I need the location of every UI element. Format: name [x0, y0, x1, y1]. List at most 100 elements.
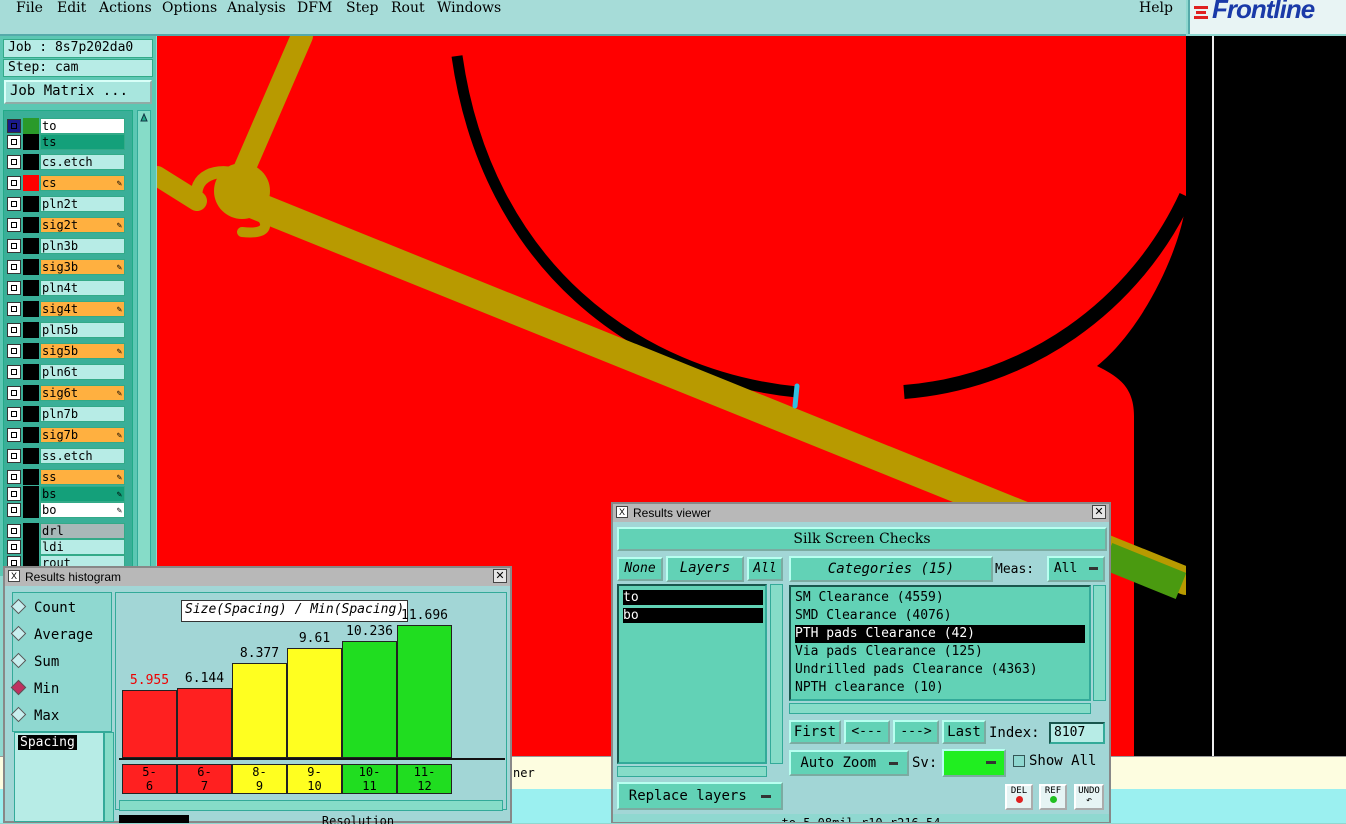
layer-list-scrollbar[interactable]: [137, 110, 151, 580]
layer-color-swatch[interactable]: [23, 301, 39, 317]
layers-button[interactable]: Layers: [666, 556, 744, 582]
layer-name[interactable]: drl: [40, 523, 125, 539]
layer-row-ss[interactable]: ss ✎: [7, 469, 125, 485]
layer-checkbox[interactable]: [7, 135, 21, 149]
delete-result-button[interactable]: DEL: [1005, 784, 1033, 810]
layer-color-swatch[interactable]: [23, 118, 39, 134]
layer-color-swatch[interactable]: [23, 539, 39, 555]
layer-row-sig5b[interactable]: sig5b ✎: [7, 343, 125, 359]
layer-checkbox[interactable]: [7, 302, 21, 316]
layer-name[interactable]: cs ✎: [40, 175, 125, 191]
checklist-name-button[interactable]: Silk Screen Checks: [617, 527, 1107, 551]
bin-label[interactable]: 10- 11: [342, 764, 397, 794]
layer-name[interactable]: pln6t: [40, 364, 125, 380]
layer-color-swatch[interactable]: [23, 134, 39, 150]
layer-row-ts[interactable]: ts: [7, 134, 125, 150]
layer-row-sig2t[interactable]: sig2t ✎: [7, 217, 125, 233]
category-item[interactable]: PTH pads Clearance (42): [795, 625, 1085, 643]
menu-step[interactable]: Step: [346, 0, 378, 16]
bin-label[interactable]: 6- 7: [177, 764, 232, 794]
layer-name[interactable]: ts: [40, 134, 125, 150]
mode-radio-average[interactable]: Average: [10, 625, 93, 643]
layer-name[interactable]: sig4t ✎: [40, 301, 125, 317]
layer-row-pln2t[interactable]: pln2t: [7, 196, 125, 212]
first-button[interactable]: First: [789, 720, 841, 744]
histogram-bar[interactable]: [287, 648, 342, 758]
histogram-bar[interactable]: [122, 690, 177, 758]
layer-checkbox[interactable]: [7, 155, 21, 169]
layer-color-swatch[interactable]: [23, 385, 39, 401]
category-item[interactable]: Via pads Clearance (125): [795, 643, 983, 661]
layer-checkbox[interactable]: [7, 449, 21, 463]
layer-name[interactable]: ss.etch: [40, 448, 125, 464]
layer-checkbox[interactable]: [7, 386, 21, 400]
prev-button[interactable]: <---: [844, 720, 890, 744]
layer-row-ldi[interactable]: ldi: [7, 539, 125, 555]
layer-color-swatch[interactable]: [23, 154, 39, 170]
menu-help[interactable]: Help: [1139, 0, 1173, 16]
layer-row-cs[interactable]: cs ✎: [7, 175, 125, 191]
undo-button[interactable]: UNDO ↶: [1074, 784, 1104, 810]
layer-checkbox[interactable]: [7, 365, 21, 379]
layer-row-sig4t[interactable]: sig4t ✎: [7, 301, 125, 317]
layer-checkbox[interactable]: [7, 487, 21, 501]
result-layer-bo[interactable]: bo: [623, 608, 763, 623]
layer-name[interactable]: pln5b: [40, 322, 125, 338]
layer-result-scrollbar[interactable]: [770, 584, 783, 764]
menu-edit[interactable]: Edit: [57, 0, 86, 16]
menu-options[interactable]: Options: [162, 0, 217, 16]
category-item[interactable]: SMD Clearance (4076): [795, 607, 952, 625]
layer-checkbox[interactable]: [7, 281, 21, 295]
mode-radio-max[interactable]: Max: [10, 706, 59, 724]
layer-checkbox[interactable]: [7, 470, 21, 484]
severity-color-dropdown[interactable]: [942, 749, 1006, 777]
layer-checkbox[interactable]: [7, 524, 21, 538]
layer-color-swatch[interactable]: [23, 280, 39, 296]
chart-selector[interactable]: [119, 815, 189, 823]
meas-dropdown[interactable]: All: [1047, 556, 1105, 582]
layer-color-swatch[interactable]: [23, 196, 39, 212]
reference-result-button[interactable]: REF: [1039, 784, 1067, 810]
result-layer-to[interactable]: to: [623, 590, 763, 605]
bin-label[interactable]: 8- 9: [232, 764, 287, 794]
layer-row-pln5b[interactable]: pln5b: [7, 322, 125, 338]
layers-none-button[interactable]: None: [617, 557, 663, 581]
layer-row-sig6t[interactable]: sig6t ✎: [7, 385, 125, 401]
layer-color-swatch[interactable]: [23, 343, 39, 359]
layer-color-swatch[interactable]: [23, 523, 39, 539]
layer-row-pln4t[interactable]: pln4t: [7, 280, 125, 296]
layer-name[interactable]: pln4t: [40, 280, 125, 296]
layer-name[interactable]: sig3b ✎: [40, 259, 125, 275]
mode-radio-count[interactable]: Count: [10, 598, 76, 616]
categories-button[interactable]: Categories (15): [789, 556, 993, 582]
layer-name[interactable]: sig2t ✎: [40, 217, 125, 233]
layer-name[interactable]: sig6t ✎: [40, 385, 125, 401]
layer-row-bo[interactable]: bo ✎: [7, 502, 125, 518]
layer-name[interactable]: ldi: [40, 539, 125, 555]
viewer-titlebar[interactable]: X Results viewer ✕: [613, 504, 1109, 522]
layer-name[interactable]: bs ✎: [40, 486, 125, 502]
bin-label[interactable]: 11- 12: [397, 764, 452, 794]
chart-scrollbar[interactable]: [119, 800, 503, 811]
measure-item-spacing[interactable]: Spacing: [18, 735, 77, 750]
layer-color-swatch[interactable]: [23, 238, 39, 254]
layer-color-swatch[interactable]: [23, 448, 39, 464]
layer-result-hscroll[interactable]: [617, 766, 767, 777]
layer-row-sig7b[interactable]: sig7b ✎: [7, 427, 125, 443]
layer-checkbox[interactable]: [7, 428, 21, 442]
window-menu-icon[interactable]: X: [8, 570, 20, 582]
menu-dfm[interactable]: DFM: [297, 0, 332, 16]
histogram-bar[interactable]: [342, 641, 397, 758]
layer-row-to[interactable]: to: [7, 118, 125, 134]
last-button[interactable]: Last: [942, 720, 986, 744]
menu-file[interactable]: File: [16, 0, 43, 16]
scroll-up-arrow-icon[interactable]: [140, 112, 148, 122]
bin-label[interactable]: 5- 6: [122, 764, 177, 794]
job-matrix-button[interactable]: Job Matrix ...: [4, 80, 152, 104]
category-item[interactable]: SM Clearance (4559): [795, 589, 944, 607]
menu-windows[interactable]: Windows: [437, 0, 501, 16]
menu-analysis[interactable]: Analysis: [227, 0, 286, 16]
layer-color-swatch[interactable]: [23, 259, 39, 275]
layer-row-drl[interactable]: drl: [7, 523, 125, 539]
layer-name[interactable]: bo ✎: [40, 502, 125, 518]
